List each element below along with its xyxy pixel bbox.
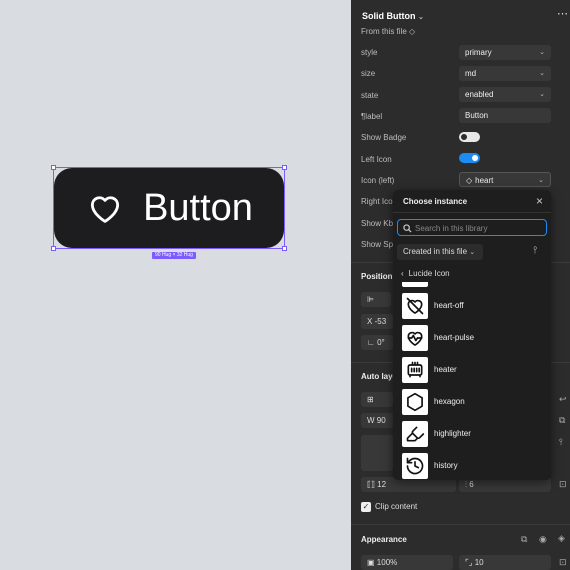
item-name: highlighter xyxy=(434,429,471,438)
align-left-icon: ⊫ xyxy=(367,295,374,304)
show-badge-toggle[interactable] xyxy=(459,132,480,142)
align-button[interactable]: ⊫ xyxy=(361,292,391,307)
breadcrumb[interactable]: ‹ Lucide Icon xyxy=(401,269,450,278)
highlighter-icon xyxy=(406,426,425,442)
layout-icon: ⊞ xyxy=(367,395,374,404)
dimension-badge: 90 Hug × 32 Hug xyxy=(152,252,196,259)
chevron-down-icon: ⌄ xyxy=(418,14,424,21)
style-select[interactable]: primary ⌄ xyxy=(459,45,551,60)
heater-icon xyxy=(407,361,423,378)
solid-button-preview[interactable]: Button xyxy=(54,168,284,248)
chevron-down-icon: ⌄ xyxy=(539,49,545,56)
resize-handle-tl[interactable] xyxy=(51,165,56,170)
from-this-file[interactable]: From this file ◇ xyxy=(361,27,415,36)
heart-off-icon xyxy=(406,297,424,315)
chevron-down-icon: ⌄ xyxy=(538,177,544,184)
width-field[interactable]: W 90 xyxy=(361,413,393,428)
resize-icon[interactable]: ⧉ xyxy=(559,415,565,426)
resize-handle-tr[interactable] xyxy=(282,165,287,170)
appearance-section-title: Appearance xyxy=(361,535,407,544)
left-icon-label: Left Icon xyxy=(361,155,392,164)
partial-list-item[interactable] xyxy=(402,282,428,287)
opacity-field[interactable]: ▣ 100% xyxy=(361,555,453,570)
heart-pulse-icon xyxy=(407,331,423,346)
chevron-left-icon: ‹ xyxy=(401,269,404,278)
icon-left-select[interactable]: ◇ heart ⌄ xyxy=(459,172,551,187)
corner-expand-icon[interactable]: ⊡ xyxy=(559,557,567,568)
item-name: heater xyxy=(434,365,457,374)
x-field[interactable]: X -53 xyxy=(361,314,393,329)
right-icon-label: Right Ico xyxy=(361,197,393,206)
list-item[interactable]: history xyxy=(402,453,542,479)
search-input[interactable] xyxy=(415,222,540,234)
drop-icon[interactable]: ◈ xyxy=(558,533,565,544)
label-prop-label: ¶label xyxy=(361,112,383,121)
button-label: Button xyxy=(143,186,253,229)
resize-handle-br[interactable] xyxy=(282,246,287,251)
list-item[interactable]: highlighter xyxy=(402,421,542,447)
style-label: style xyxy=(361,48,378,57)
show-kb-label: Show Kb xyxy=(361,219,394,228)
history-icon xyxy=(406,457,424,475)
alignment-grid[interactable] xyxy=(361,435,393,471)
component-diamond-icon: ◇ xyxy=(409,27,416,36)
chevron-down-icon: ⌄ xyxy=(469,249,476,256)
rotation-field[interactable]: ∟ 0° xyxy=(361,335,393,350)
state-select[interactable]: enabled ⌄ xyxy=(459,87,551,102)
chevron-down-icon: ⌄ xyxy=(539,70,545,77)
chevron-down-icon: ⌄ xyxy=(539,91,545,98)
size-label: size xyxy=(361,69,376,78)
list-item[interactable]: hexagon xyxy=(402,389,542,415)
variable-icon[interactable]: ⧉ xyxy=(521,534,527,545)
settings-sliders-icon[interactable]: ⫯ xyxy=(559,437,563,448)
item-name: heart-off xyxy=(434,301,464,310)
clip-content-checkbox[interactable]: ✓ xyxy=(361,502,371,512)
show-sp-label: Show Sp xyxy=(361,240,394,249)
left-icon-toggle[interactable] xyxy=(459,153,480,163)
library-filter-select[interactable]: Created in this file ⌄ xyxy=(397,244,484,260)
filter-settings-icon[interactable]: ⫯ xyxy=(533,245,537,256)
item-name: hexagon xyxy=(434,397,465,406)
icon-left-label: Icon (left) xyxy=(361,176,395,185)
eye-icon[interactable]: ◉ xyxy=(539,534,547,545)
layout-direction[interactable]: ⊞ xyxy=(361,392,393,407)
item-name: history xyxy=(434,461,458,470)
gap-icon: ⫶ xyxy=(465,480,467,489)
angle-icon: ∟ xyxy=(367,338,375,347)
divider xyxy=(351,524,570,525)
radius-field[interactable]: ⌜⌟ 10 xyxy=(459,555,551,570)
list-item[interactable]: heater xyxy=(402,357,542,383)
heart-icon xyxy=(90,196,120,223)
corner-radius-icon: ⌜⌟ xyxy=(465,558,473,567)
list-item[interactable]: heart-pulse xyxy=(402,325,542,351)
list-item[interactable]: heart-off xyxy=(402,293,542,319)
divider xyxy=(393,212,551,213)
clip-content[interactable]: ✓ Clip content xyxy=(361,502,417,512)
search-box[interactable] xyxy=(397,219,547,236)
hexagon-icon xyxy=(407,392,423,412)
resize-handle-bl[interactable] xyxy=(51,246,56,251)
padding-expand-icon[interactable]: ⊡ xyxy=(559,479,567,490)
show-badge-label: Show Badge xyxy=(361,133,407,142)
component-title[interactable]: Solid Button ⌄ xyxy=(362,11,424,21)
padding-icon: ⟦⟧ xyxy=(367,480,375,489)
more-options-icon[interactable]: ⋯ xyxy=(557,7,568,20)
position-section-title: Position xyxy=(361,272,393,281)
design-canvas[interactable]: Button 90 Hug × 32 Hug xyxy=(0,0,351,570)
size-select[interactable]: md ⌄ xyxy=(459,66,551,81)
choose-instance-popup[interactable]: Choose instance × Created in this file ⌄… xyxy=(393,190,551,480)
close-icon[interactable]: × xyxy=(536,194,543,208)
search-icon xyxy=(403,224,412,233)
state-label: state xyxy=(361,91,379,100)
auto-layout-section-title: Auto layo xyxy=(361,372,398,381)
item-name: heart-pulse xyxy=(434,333,475,342)
label-input[interactable]: Button xyxy=(459,108,551,123)
instance-diamond-icon: ◇ xyxy=(466,176,473,185)
opacity-icon: ▣ xyxy=(367,558,375,567)
wrap-icon[interactable]: ↩ xyxy=(559,394,567,405)
popup-title: Choose instance xyxy=(403,197,468,206)
